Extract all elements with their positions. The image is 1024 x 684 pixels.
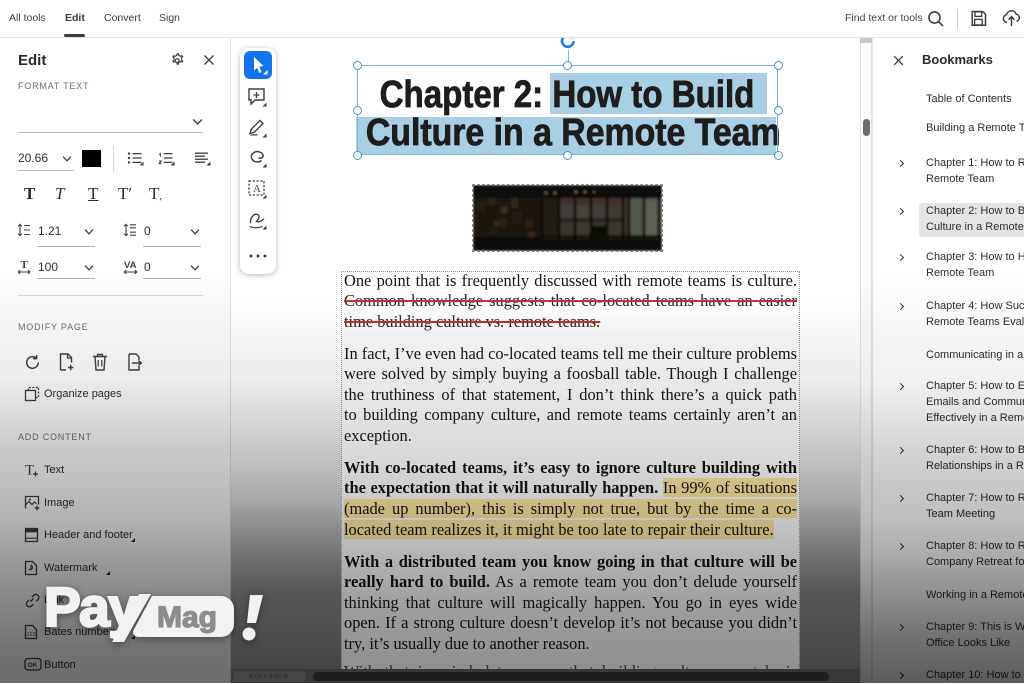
- svg-text:OK: OK: [28, 662, 38, 669]
- svg-text:123: 123: [27, 632, 36, 638]
- svg-text:Mag: Mag: [157, 601, 217, 634]
- svg-text:VA: VA: [124, 260, 137, 271]
- svg-text:A: A: [253, 183, 261, 195]
- svg-text:T: T: [25, 463, 34, 479]
- svg-text:T: T: [21, 259, 29, 271]
